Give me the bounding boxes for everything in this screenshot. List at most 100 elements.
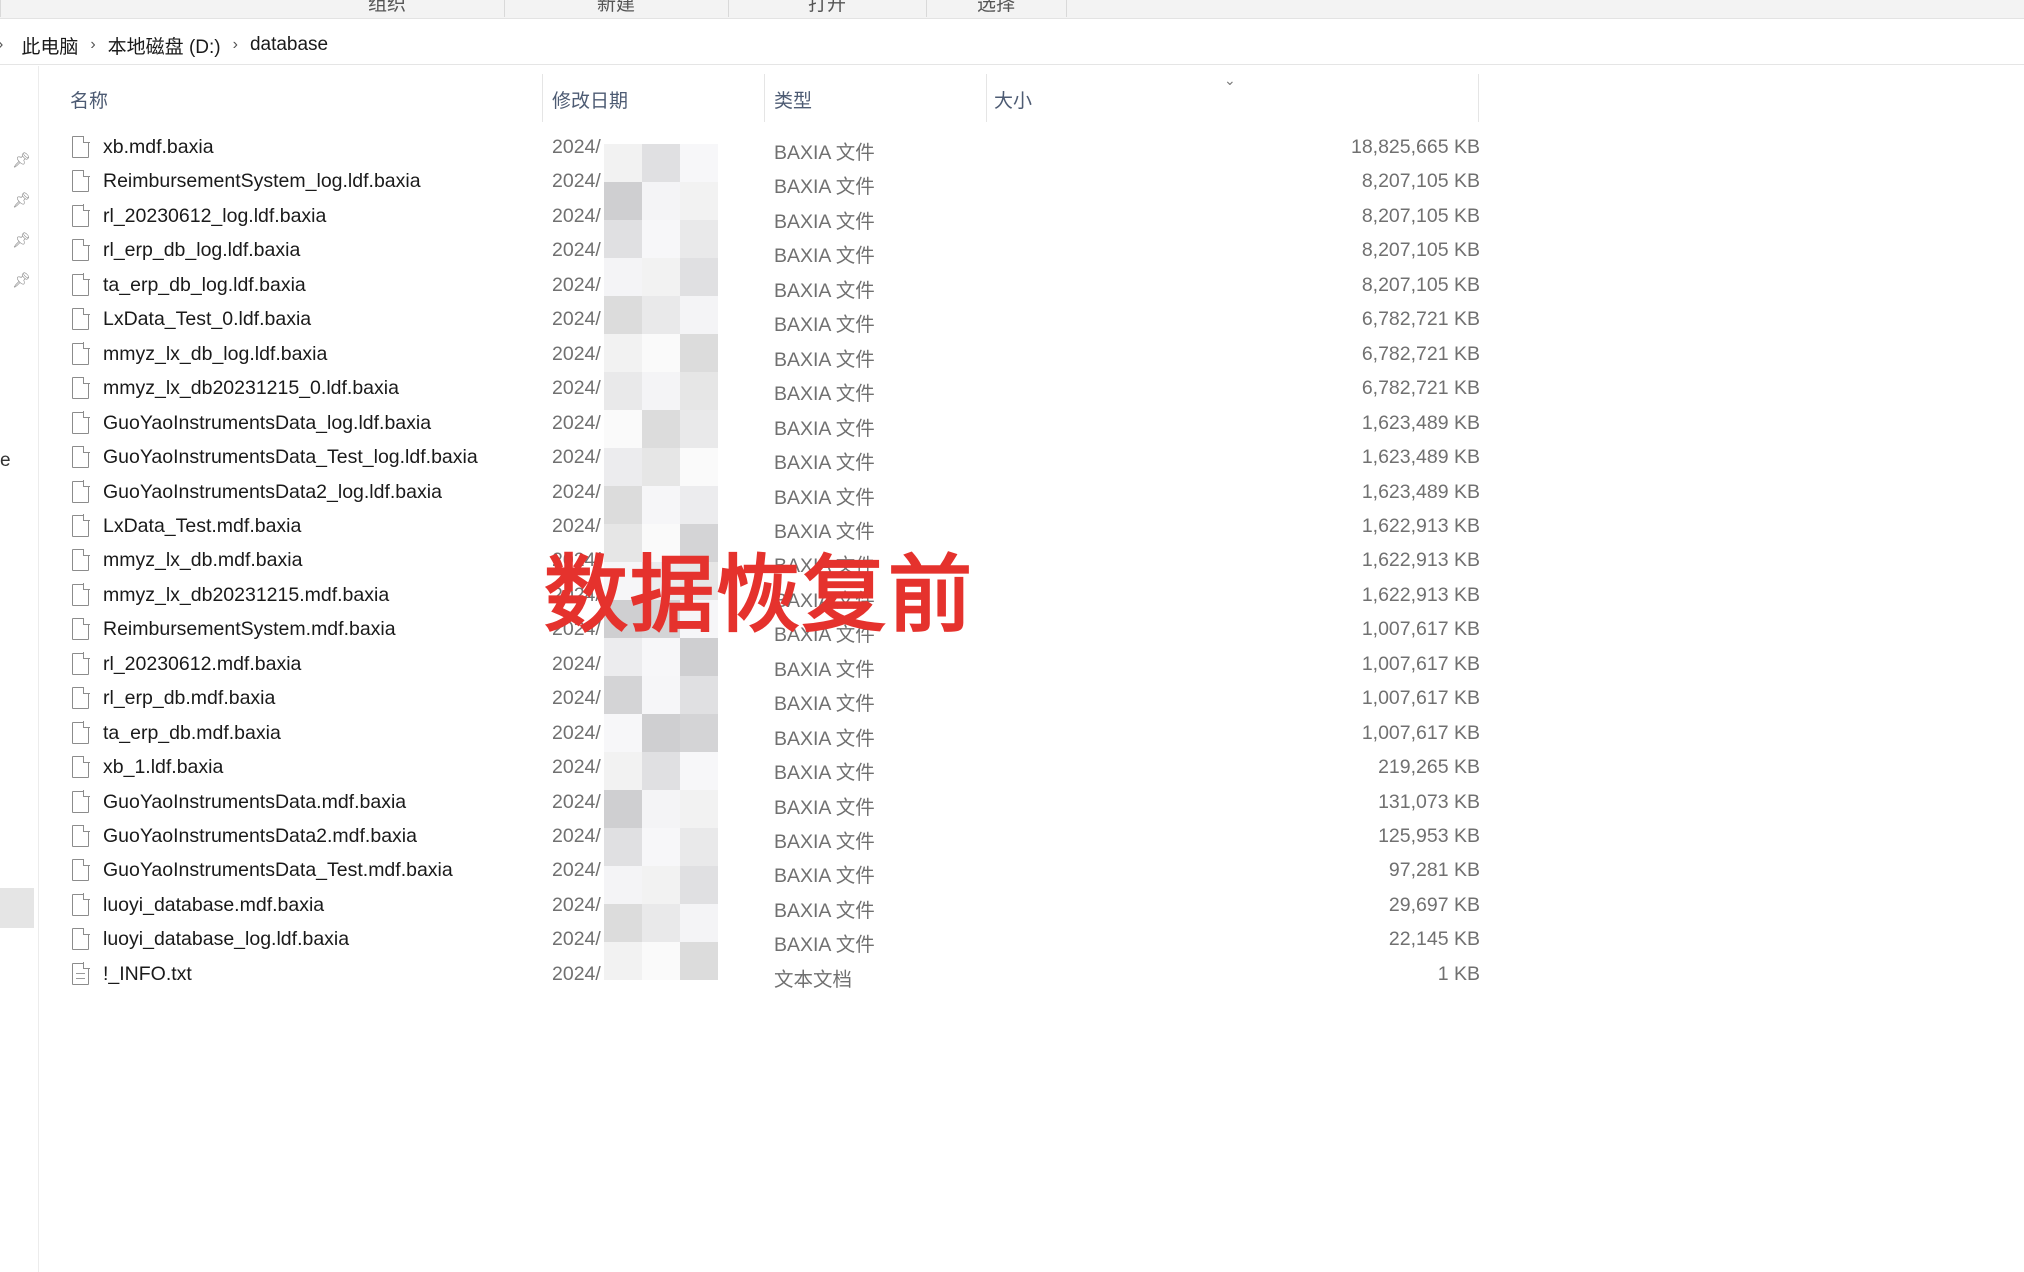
file-size: 131,073 KB — [1378, 790, 1480, 813]
file-icon — [72, 686, 90, 710]
file-name[interactable]: xb.mdf.baxia — [103, 136, 214, 159]
breadcrumb-database[interactable]: database — [250, 34, 328, 56]
file-type: BAXIA 文件 — [774, 693, 875, 716]
file-icon — [72, 583, 90, 606]
file-date: 2024/ — [552, 756, 601, 779]
file-name[interactable]: ReimbursementSystem_log.ldf.baxia — [103, 170, 421, 193]
file-type: BAXIA 文件 — [774, 210, 875, 233]
file-row[interactable]: GuoYaoInstrumentsData_Test.mdf.baxia 2024… — [70, 854, 1480, 888]
file-row[interactable]: LxData_Test_0.ldf.baxia 2024/BAXIA 文件 6,78… — [70, 303, 1480, 337]
file-row[interactable]: ta_erp_db_log.ldf.baxia 2024/BAXIA 文件 8,20… — [70, 269, 1480, 303]
file-name[interactable]: GuoYaoInstrumentsData_Test_log.ldf.baxia — [103, 446, 478, 469]
file-row[interactable]: xb_1.ldf.baxia 2024/BAXIA 文件 219,265 KB — [70, 751, 1480, 785]
file-row[interactable]: rl_20230612.mdf.baxia 2024/BAXIA 文件 1,007,… — [70, 648, 1480, 682]
file-name[interactable]: rl_erp_db.mdf.baxia — [103, 687, 275, 710]
file-name[interactable]: mmyz_lx_db.mdf.baxia — [103, 549, 302, 572]
pin-icon[interactable]: 📌︎ — [12, 152, 31, 170]
file-row[interactable]: !_INFO.txt 2024/文本文档 1 KB — [70, 958, 1480, 992]
file-icon — [72, 411, 90, 434]
chevron-right-icon[interactable]: › — [0, 36, 3, 54]
file-row[interactable]: luoyi_database_log.ldf.baxia 2024/BAXIA 文… — [70, 923, 1480, 957]
file-date: 2024/ — [552, 411, 601, 434]
column-header-date[interactable]: 修改日期 — [552, 78, 762, 120]
nav-item-selected[interactable] — [0, 888, 34, 928]
file-row[interactable]: luoyi_database.mdf.baxia 2024/BAXIA 文件 29,… — [70, 889, 1480, 923]
file-icon — [72, 514, 90, 537]
column-divider[interactable] — [1478, 74, 1479, 122]
column-divider[interactable] — [542, 74, 543, 122]
file-name[interactable]: !_INFO.txt — [103, 963, 192, 986]
ribbon-group-open[interactable]: 打开 — [728, 0, 927, 17]
ribbon-group-new[interactable]: 新建 — [504, 0, 729, 17]
text-document-icon — [72, 962, 90, 985]
chevron-right-icon[interactable]: › — [233, 36, 238, 54]
file-icon — [72, 755, 90, 779]
file-row[interactable]: GuoYaoInstrumentsData_log.ldf.baxia 2024/… — [70, 407, 1480, 441]
pin-icon[interactable]: 📌︎ — [12, 232, 31, 250]
column-header-label: 类型 — [774, 90, 813, 112]
file-row[interactable]: ta_erp_db.mdf.baxia 2024/BAXIA 文件 1,007,61… — [70, 717, 1480, 751]
file-name[interactable]: LxData_Test.mdf.baxia — [103, 515, 301, 538]
file-name[interactable]: GuoYaoInstrumentsData.mdf.baxia — [103, 791, 406, 814]
file-name[interactable]: GuoYaoInstrumentsData2.mdf.baxia — [103, 825, 417, 848]
column-header-label: 修改日期 — [552, 90, 629, 112]
file-icon — [72, 893, 90, 916]
file-name[interactable]: GuoYaoInstrumentsData_log.ldf.baxia — [103, 412, 431, 435]
file-type: BAXIA 文件 — [774, 899, 875, 922]
file-icon — [72, 204, 90, 227]
pin-icon[interactable]: 📌︎ — [12, 192, 31, 210]
file-type: BAXIA 文件 — [774, 452, 875, 475]
file-row[interactable]: rl_erp_db.mdf.baxia 2024/BAXIA 文件 1,007,61… — [70, 682, 1480, 716]
file-row[interactable]: ReimbursementSystem_log.ldf.baxia 2024/BA… — [70, 165, 1480, 199]
file-name[interactable]: GuoYaoInstrumentsData_Test.mdf.baxia — [103, 859, 453, 882]
ribbon-group-select[interactable]: 选择 — [926, 0, 1067, 17]
file-row[interactable]: GuoYaoInstrumentsData.mdf.baxia 2024/BAXI… — [70, 786, 1480, 820]
file-row[interactable]: GuoYaoInstrumentsData2.mdf.baxia 2024/BAX… — [70, 820, 1480, 854]
file-name[interactable]: LxData_Test_0.ldf.baxia — [103, 308, 311, 331]
file-name[interactable]: ReimbursementSystem.mdf.baxia — [103, 618, 396, 641]
file-type: BAXIA 文件 — [774, 796, 875, 819]
file-type: BAXIA 文件 — [774, 486, 875, 509]
file-name[interactable]: ta_erp_db_log.ldf.baxia — [103, 274, 306, 297]
file-name[interactable]: xb_1.ldf.baxia — [103, 756, 223, 779]
navigation-pane[interactable]: 📌︎ 📌︎ 📌︎ 📌︎ e — [0, 66, 39, 1272]
column-header-type[interactable]: 类型 — [774, 78, 984, 120]
file-type: BAXIA 文件 — [774, 831, 875, 853]
file-row[interactable]: rl_erp_db_log.ldf.baxia 2024/BAXIA 文件 8,20… — [70, 234, 1480, 268]
column-divider[interactable] — [764, 74, 765, 122]
file-row[interactable]: mmyz_lx_db_log.ldf.baxia 2024/BAXIA 文件 6,7… — [70, 338, 1480, 372]
file-name[interactable]: mmyz_lx_db_log.ldf.baxia — [103, 343, 327, 366]
breadcrumb-local-disk-d[interactable]: 本地磁盘 (D:) — [108, 32, 221, 59]
breadcrumb[interactable]: › 此电脑 › 本地磁盘 (D:) › database — [0, 26, 2024, 65]
nav-item-label[interactable]: e — [0, 450, 11, 472]
file-icon — [72, 617, 90, 641]
file-name[interactable]: ta_erp_db.mdf.baxia — [103, 722, 281, 745]
chevron-right-icon[interactable]: › — [90, 36, 95, 54]
column-divider[interactable] — [986, 74, 987, 122]
file-size: 6,782,721 KB — [1361, 377, 1480, 400]
file-size: 8,207,105 KB — [1361, 204, 1480, 227]
file-name[interactable]: rl_20230612_log.ldf.baxia — [103, 205, 326, 228]
breadcrumb-this-pc[interactable]: 此电脑 — [21, 32, 78, 59]
file-name[interactable]: rl_erp_db_log.ldf.baxia — [103, 239, 300, 262]
file-name[interactable]: luoyi_database.mdf.baxia — [103, 894, 324, 917]
file-name[interactable]: mmyz_lx_db20231215_0.ldf.baxia — [103, 377, 399, 400]
file-type: BAXIA 文件 — [774, 383, 875, 406]
column-header-name[interactable]: 名称 — [70, 78, 540, 120]
file-type: BAXIA 文件 — [774, 314, 875, 337]
file-row[interactable]: mmyz_lx_db20231215_0.ldf.baxia 2024/BAXIA… — [70, 372, 1480, 406]
pin-icon[interactable]: 📌︎ — [12, 272, 31, 290]
file-name[interactable]: rl_20230612.mdf.baxia — [103, 653, 301, 676]
file-size: 1,623,489 KB — [1361, 480, 1480, 503]
ribbon-group-organize[interactable]: 组织 — [270, 0, 505, 17]
file-row[interactable]: GuoYaoInstrumentsData_Test_log.ldf.baxia… — [70, 441, 1480, 475]
file-name[interactable]: luoyi_database_log.ldf.baxia — [103, 928, 349, 951]
column-header-label: 大小 — [994, 90, 1033, 112]
file-date: 2024/ — [552, 721, 601, 744]
file-row[interactable]: GuoYaoInstrumentsData2_log.ldf.baxia 2024… — [70, 476, 1480, 510]
file-row[interactable]: rl_20230612_log.ldf.baxia 2024/BAXIA 文件 8,… — [70, 200, 1480, 234]
file-name[interactable]: mmyz_lx_db20231215.mdf.baxia — [103, 584, 389, 607]
file-icon — [72, 238, 90, 262]
file-row[interactable]: xb.mdf.baxia 2024/BAXIA 文件 18,825,665 KB — [70, 131, 1480, 165]
file-name[interactable]: GuoYaoInstrumentsData2_log.ldf.baxia — [103, 481, 442, 504]
